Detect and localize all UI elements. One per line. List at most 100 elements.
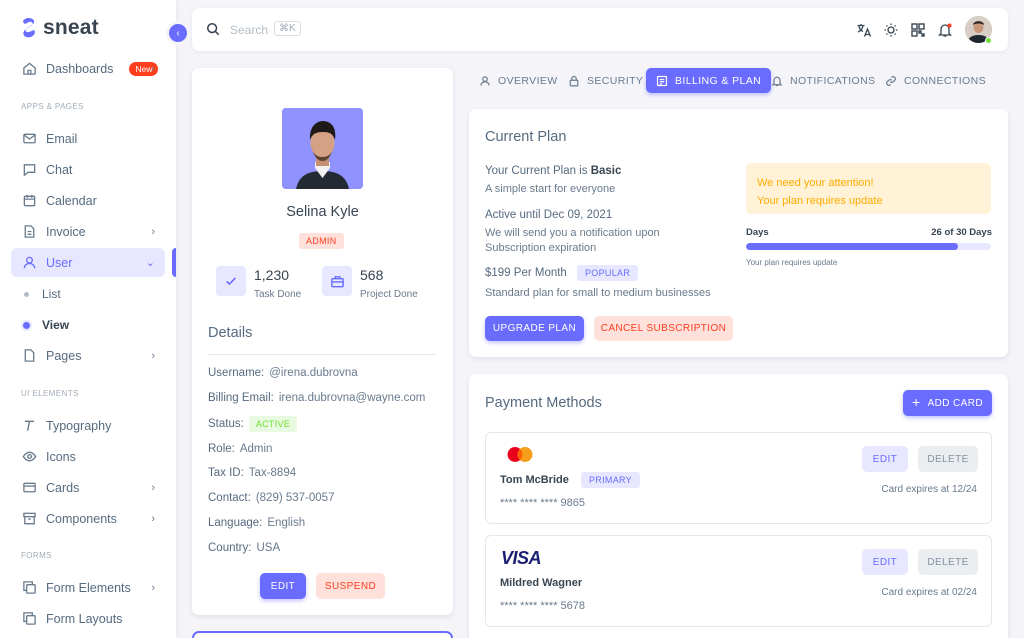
page-icon [24, 349, 35, 362]
role-badge: ADMIN [299, 233, 344, 249]
current-plan-title: Current Plan [485, 129, 567, 145]
current-plan-desc: A simple start for everyone [485, 183, 616, 195]
sidebar-subitem-list[interactable]: List [11, 280, 165, 308]
layout-icon [23, 612, 36, 625]
add-card-button[interactable]: + ADD CARD [903, 390, 992, 416]
chevron-right-icon: › [151, 581, 155, 594]
plus-icon: + [911, 394, 921, 410]
card-expiry: Card expires at 12/24 [881, 484, 977, 495]
suspend-user-button[interactable]: SUSPEND [316, 573, 385, 599]
detail-label: Contact: [208, 492, 251, 504]
detail-contact: Contact: (829) 537-0057 [208, 492, 334, 504]
cardholder-name: Tom McBride [500, 474, 569, 486]
delete-card-button[interactable]: DELETE [918, 446, 978, 472]
sidebar-item-user[interactable]: User ⌄ [11, 248, 165, 277]
user-icon [23, 256, 36, 269]
attention-alert: We need your attention! Your plan requir… [746, 163, 991, 214]
progress-fill [746, 243, 959, 250]
days-label: Days [746, 227, 769, 238]
detail-country: Country: USA [208, 542, 280, 554]
tab-notifications[interactable]: NOTIFICATIONS [761, 68, 886, 93]
grid-icon[interactable] [910, 22, 926, 38]
plan-price: $199 Per Month [485, 267, 567, 279]
sidebar-item-dashboards[interactable]: Dashboards New › [11, 54, 165, 83]
sidebar-item-components[interactable]: Components › [11, 504, 165, 533]
cardholder-name: Mildred Wagner [500, 577, 583, 589]
user-name: Selina Kyle [286, 204, 359, 220]
document-icon [656, 75, 668, 86]
mastercard-icon [507, 447, 533, 462]
search-input[interactable]: Search [230, 23, 268, 37]
archive-icon [23, 512, 36, 525]
upgrade-plan-button[interactable]: UPGRADE PLAN [485, 316, 584, 341]
sidebar-subitem-view[interactable]: View [11, 311, 165, 339]
current-plan-prefix: Your Current Plan is [485, 165, 591, 177]
search-icon[interactable] [206, 22, 220, 36]
bell-icon[interactable] [937, 22, 953, 38]
tab-label: NOTIFICATIONS [790, 74, 876, 87]
primary-badge: PRIMARY [581, 472, 640, 488]
tab-overview[interactable]: OVERVIEW [469, 68, 568, 93]
sidebar-item-calendar[interactable]: Calendar [11, 186, 165, 215]
payment-methods-title: Payment Methods [485, 395, 602, 411]
top-navbar: Search ⌘K [192, 8, 1008, 51]
tab-label: CONNECTIONS [904, 74, 986, 87]
sidebar-item-label: Form Layouts [46, 611, 123, 626]
calendar-icon [23, 194, 36, 207]
detail-label: Role: [208, 443, 235, 455]
typography-icon [24, 420, 35, 431]
detail-label: Username: [208, 367, 265, 379]
chevron-right-icon: › [151, 481, 155, 494]
tab-billing-plan[interactable]: BILLING & PLAN [646, 68, 772, 93]
translate-icon[interactable] [856, 22, 872, 38]
cancel-subscription-button[interactable]: CANCEL SUBSCRIPTION [594, 316, 733, 341]
project-done-value: 568 [360, 267, 384, 283]
detail-label: Status: [208, 418, 244, 430]
sidebar-item-label: Pages [46, 348, 82, 363]
file-icon [24, 225, 35, 238]
bullet-icon [24, 291, 29, 297]
alert-text: Your plan requires update [757, 195, 883, 207]
sidebar-item-typography[interactable]: Typography [11, 411, 165, 440]
sidebar-item-pages[interactable]: Pages › [11, 341, 165, 370]
sidebar-item-chat[interactable]: Chat [11, 155, 165, 184]
sidebar-collapse-button[interactable]: ‹ [166, 21, 190, 45]
online-status-dot [985, 37, 992, 44]
popular-badge: POPULAR [577, 265, 639, 281]
card-number: **** **** **** 9865 [500, 497, 586, 509]
tab-connections[interactable]: CONNECTIONS [875, 68, 996, 93]
tab-security[interactable]: SECURITY [558, 68, 653, 93]
sidebar-item-email[interactable]: Email [11, 124, 165, 153]
detail-label: Tax ID: [208, 467, 244, 479]
edit-card-button[interactable]: EDIT [862, 549, 908, 575]
delete-card-button[interactable]: DELETE [918, 549, 978, 575]
sidebar-item-label: List [42, 287, 61, 301]
task-done-label: Task Done [254, 289, 302, 300]
brand-logo[interactable]: sneat [22, 16, 99, 40]
detail-status: Status: ACTIVE [208, 416, 298, 432]
chevron-right-icon: › [151, 349, 155, 362]
section-header-apps: APPS & PAGES [21, 102, 84, 111]
user-photo [282, 108, 363, 189]
detail-value: Admin [239, 443, 273, 455]
sidebar-item-form-elements[interactable]: Form Elements › [11, 573, 165, 602]
copy-icon [23, 581, 36, 594]
sun-icon[interactable] [883, 22, 899, 38]
credit-card-icon [23, 482, 36, 493]
sidebar-item-form-layouts[interactable]: Form Layouts [11, 604, 165, 633]
detail-value: irena.dubrovna@wayne.com [278, 392, 426, 404]
tab-label: OVERVIEW [498, 74, 558, 87]
sidebar-item-icons[interactable]: Icons [11, 442, 165, 471]
detail-value: (829) 537-0057 [255, 492, 335, 504]
detail-value: Tax-8894 [248, 467, 297, 479]
chevron-right-icon: › [151, 225, 155, 238]
sidebar-item-invoice[interactable]: Invoice › [11, 217, 165, 246]
sidebar-item-label: Calendar [46, 193, 97, 208]
edit-card-button[interactable]: EDIT [862, 446, 908, 472]
details-heading: Details [208, 325, 253, 341]
current-plan-card: Current Plan Your Current Plan is Basic … [469, 109, 1008, 357]
sidebar-item-cards[interactable]: Cards › [11, 473, 165, 502]
edit-user-button[interactable]: EDIT [260, 573, 306, 599]
section-header-forms: FORMS [21, 551, 52, 560]
detail-value: USA [256, 542, 281, 554]
